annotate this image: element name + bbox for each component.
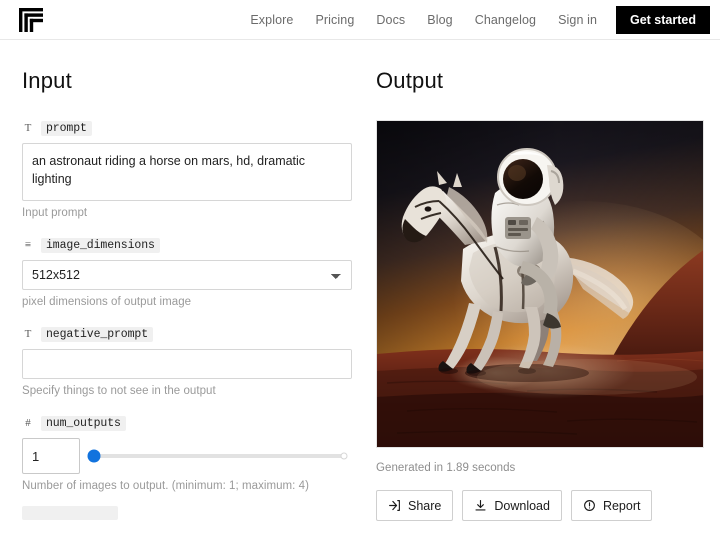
output-image[interactable]: [376, 120, 704, 448]
replicate-logo: [18, 7, 44, 33]
num-outputs-slider-track[interactable]: [94, 454, 344, 458]
output-actions: Share Download: [376, 490, 702, 521]
image-dimensions-select[interactable]: 512x512: [22, 260, 352, 290]
download-icon: [474, 499, 487, 512]
field-image-dimensions-name: image_dimensions: [41, 238, 160, 253]
input-section-title: Input: [22, 68, 352, 94]
download-button[interactable]: Download: [462, 490, 562, 521]
share-icon: [388, 499, 401, 512]
output-section-title: Output: [376, 68, 702, 94]
next-field-label-partial: [22, 506, 118, 520]
output-generation-time: Generated in 1.89 seconds: [376, 462, 702, 474]
input-panel: Input T prompt Input prompt ≡ image_dime…: [0, 40, 368, 521]
field-num-outputs-label-row: # num_outputs: [22, 415, 352, 431]
field-num-outputs-name: num_outputs: [41, 416, 126, 431]
field-image-dimensions-label-row: ≡ image_dimensions: [22, 237, 352, 253]
download-button-label: Download: [494, 499, 550, 513]
field-prompt: T prompt Input prompt: [22, 120, 352, 219]
nav-links: Explore Pricing Docs Blog Changelog Sign…: [239, 0, 720, 39]
field-image-dimensions: ≡ image_dimensions 512x512 pixel dimensi…: [22, 237, 352, 308]
generated-image: [377, 121, 704, 448]
field-negative-prompt-help: Specify things to not see in the output: [22, 385, 352, 397]
num-outputs-slider-end-cap: [341, 453, 348, 460]
nav-link-changelog[interactable]: Changelog: [464, 0, 547, 40]
list-type-icon: ≡: [22, 239, 34, 252]
share-button-label: Share: [408, 499, 441, 513]
number-type-icon: #: [22, 417, 34, 430]
nav-link-explore[interactable]: Explore: [239, 0, 304, 40]
num-outputs-slider[interactable]: [94, 446, 344, 466]
report-button-label: Report: [603, 499, 641, 513]
nav-link-sign-in[interactable]: Sign in: [547, 0, 608, 40]
top-navbar: Explore Pricing Docs Blog Changelog Sign…: [0, 0, 720, 40]
negative-prompt-input[interactable]: [22, 349, 352, 379]
text-type-icon: T: [22, 328, 34, 341]
nav-link-blog[interactable]: Blog: [416, 0, 463, 40]
field-num-outputs: # num_outputs Number of images to output…: [22, 415, 352, 492]
num-outputs-input[interactable]: [22, 438, 80, 474]
get-started-button[interactable]: Get started: [616, 6, 710, 34]
output-panel: Output: [368, 40, 720, 521]
report-button[interactable]: Report: [571, 490, 653, 521]
num-outputs-row: [22, 438, 352, 474]
field-negative-prompt-label-row: T negative_prompt: [22, 326, 352, 342]
field-negative-prompt: T negative_prompt Specify things to not …: [22, 326, 352, 397]
field-negative-prompt-name: negative_prompt: [41, 327, 153, 342]
text-type-icon: T: [22, 122, 34, 135]
nav-link-docs[interactable]: Docs: [365, 0, 416, 40]
field-image-dimensions-help: pixel dimensions of output image: [22, 296, 352, 308]
field-prompt-name: prompt: [41, 121, 92, 136]
num-outputs-slider-thumb[interactable]: [88, 450, 101, 463]
field-prompt-help: Input prompt: [22, 207, 352, 219]
share-button[interactable]: Share: [376, 490, 453, 521]
alert-circle-icon: [583, 499, 596, 512]
nav-link-pricing[interactable]: Pricing: [304, 0, 365, 40]
field-num-outputs-help: Number of images to output. (minimum: 1;…: [22, 480, 352, 492]
prompt-input[interactable]: [22, 143, 352, 201]
logo-link[interactable]: [18, 7, 44, 33]
field-prompt-label-row: T prompt: [22, 120, 352, 136]
page-content: Input T prompt Input prompt ≡ image_dime…: [0, 40, 720, 521]
